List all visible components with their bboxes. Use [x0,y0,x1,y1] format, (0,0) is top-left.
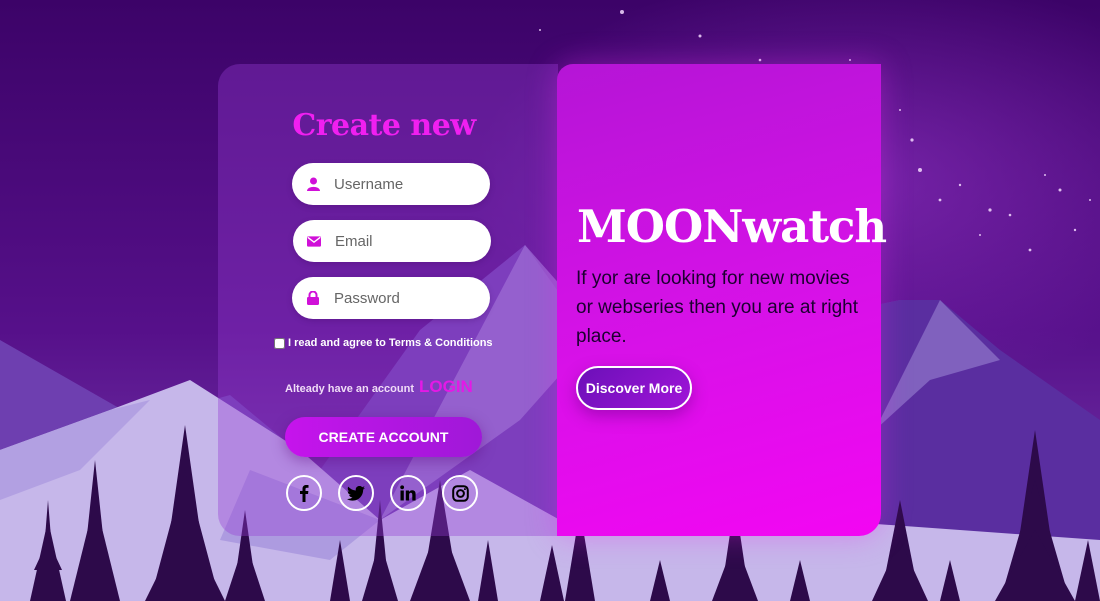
create-account-button[interactable]: CREATE ACCOUNT [285,417,482,457]
user-icon [306,177,320,191]
envelope-icon [307,234,321,248]
terms-checkbox[interactable] [274,337,285,349]
terms-row: I read and agree to Terms & Conditions [274,337,493,349]
instagram-icon[interactable] [442,475,478,511]
already-account-text: Alteady have an account [285,383,414,395]
lock-icon [306,291,320,305]
password-field[interactable] [292,277,490,319]
twitter-icon[interactable] [338,475,374,511]
linkedin-icon[interactable] [390,475,426,511]
form-title: Create new [292,108,476,143]
username-field[interactable] [292,163,490,205]
terms-label: I read and agree to Terms & Conditions [288,337,493,349]
discover-more-button[interactable]: Discover More [576,366,692,410]
login-prompt: Alteady have an account LOGIN [285,377,473,397]
facebook-icon[interactable] [286,475,322,511]
login-link[interactable]: LOGIN [419,377,473,397]
email-field[interactable] [293,220,491,262]
brand-title: MOONwatch [577,200,887,253]
password-input[interactable] [334,289,474,307]
promo-description: If yor are looking for new movies or web… [576,268,858,347]
username-input[interactable] [334,175,474,193]
email-input[interactable] [335,232,475,250]
